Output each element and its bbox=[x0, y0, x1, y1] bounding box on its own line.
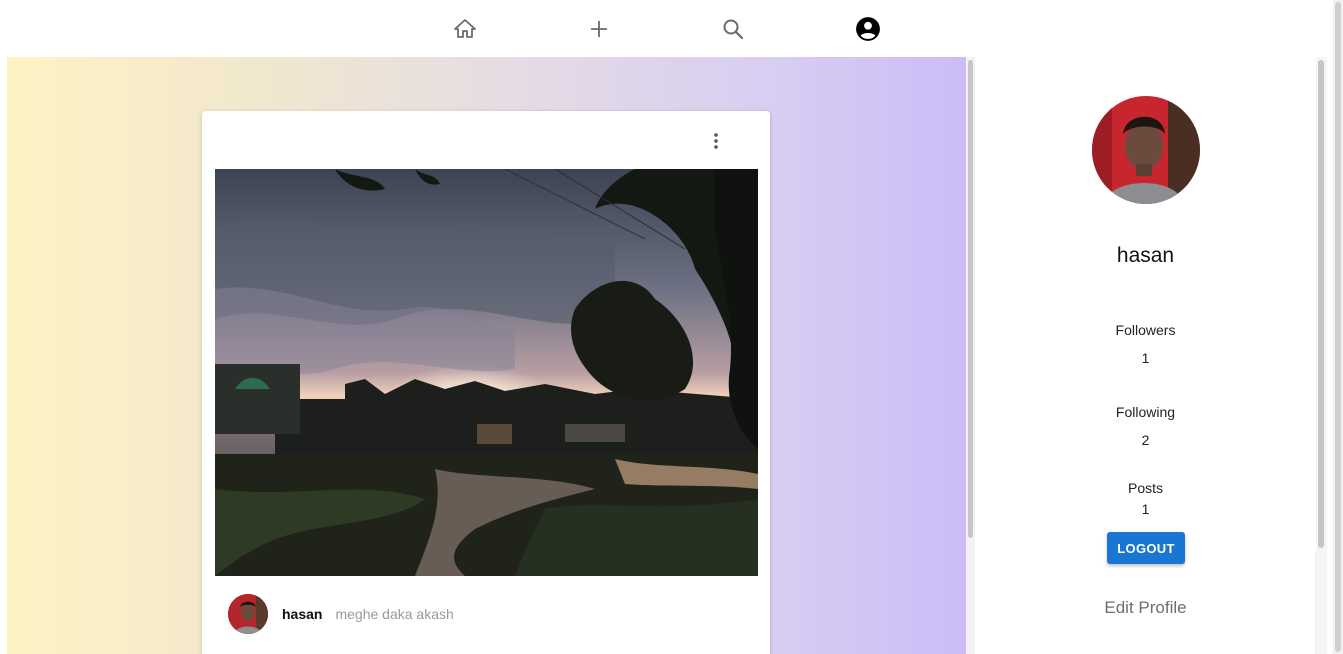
profile-username: hasan bbox=[1116, 244, 1175, 267]
post-author-username[interactable]: hasan bbox=[282, 606, 322, 622]
sidebar-scrollbar-thumb[interactable] bbox=[1318, 60, 1324, 548]
post-caption: meghe daka akash bbox=[335, 606, 454, 622]
left-edge bbox=[0, 57, 7, 654]
edit-profile-link[interactable]: Edit Profile bbox=[975, 598, 1316, 618]
more-vert-icon bbox=[714, 133, 718, 149]
posts-label: Posts bbox=[1127, 480, 1163, 496]
post-menu-button[interactable] bbox=[702, 127, 730, 155]
post-footer: hasan meghe daka akash bbox=[228, 594, 454, 634]
home-icon bbox=[454, 19, 476, 38]
profile-avatar[interactable] bbox=[1092, 96, 1200, 204]
account-circle-icon bbox=[856, 17, 880, 41]
profile-sidebar: hasan Followers 1 Following 2 Posts 1 LO… bbox=[975, 57, 1316, 654]
nav-profile-button[interactable] bbox=[852, 13, 884, 45]
posts-count: 1 bbox=[1141, 501, 1150, 517]
feed-area: hasan meghe daka akash bbox=[7, 57, 966, 654]
top-navigation-bar bbox=[0, 0, 1343, 57]
nav-home-button[interactable] bbox=[449, 13, 481, 45]
plus-icon bbox=[590, 20, 608, 38]
page-scrollbar-thumb[interactable] bbox=[1335, 2, 1341, 652]
following-count: 2 bbox=[1141, 432, 1150, 448]
logout-button[interactable]: LOGOUT bbox=[1107, 532, 1185, 564]
nav-add-post-button[interactable] bbox=[583, 13, 615, 45]
search-icon bbox=[723, 19, 744, 40]
followers-label: Followers bbox=[1115, 322, 1176, 338]
nav-search-button[interactable] bbox=[717, 13, 749, 45]
post-image bbox=[215, 169, 758, 576]
feed-scrollbar-thumb[interactable] bbox=[968, 60, 973, 538]
following-label: Following bbox=[1115, 404, 1176, 420]
post-card: hasan meghe daka akash bbox=[202, 111, 770, 654]
post-author-avatar[interactable] bbox=[228, 594, 268, 634]
followers-count: 1 bbox=[1141, 350, 1150, 366]
